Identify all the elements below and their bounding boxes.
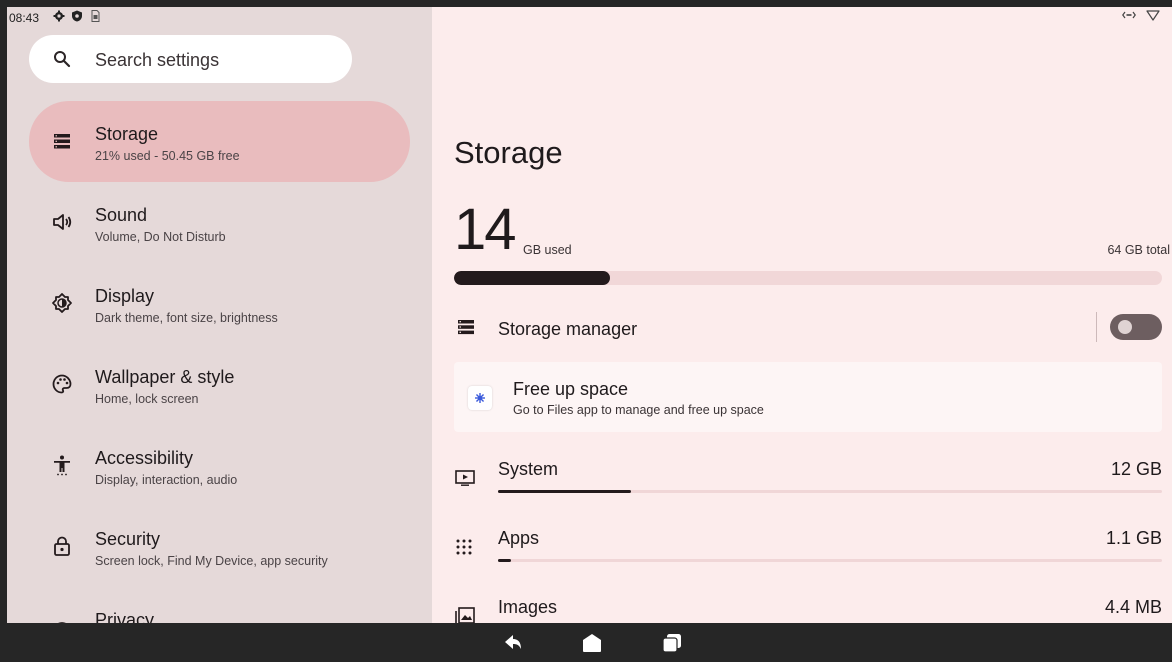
category-label: Images <box>498 597 558 617</box>
category-row-system[interactable]: System 12 GB <box>432 457 1172 517</box>
category-label: System <box>498 459 559 479</box>
divider <box>1096 312 1097 342</box>
category-bar-fill <box>498 490 631 493</box>
category-value: 1.1 GB <box>1105 528 1162 548</box>
files-app-icon <box>468 386 492 410</box>
sidebar-item-accessibility[interactable]: Accessibility Display, interaction, audi… <box>29 425 410 506</box>
apps-grid-icon <box>456 539 472 555</box>
accessibility-icon <box>54 455 70 476</box>
wifi-icon <box>1146 10 1160 21</box>
sidebar-item-security[interactable]: Security Screen lock, Find My Device, ap… <box>29 506 410 587</box>
free-up-title: Free up space <box>513 379 629 399</box>
free-up-space-card[interactable]: Free up space Go to Files app to manage … <box>454 362 1162 432</box>
privacy-icon <box>58 622 66 623</box>
image-icon <box>455 607 475 623</box>
sim-icon <box>91 10 100 22</box>
brightness-icon <box>52 293 72 313</box>
category-value: 12 GB <box>1110 459 1162 479</box>
sidebar-item-wallpaper[interactable]: Wallpaper & style Home, lock screen <box>29 344 410 425</box>
category-row-images[interactable]: Images 4.4 MB <box>432 595 1172 623</box>
storage-manager-row[interactable]: Storage manager <box>432 307 1172 351</box>
sidebar-item-subtitle: Dark theme, font size, brightness <box>95 311 278 325</box>
storage-total: 64 GB total <box>1107 243 1170 257</box>
sidebar-item-storage[interactable]: Storage 21% used - 50.45 GB free <box>29 101 410 182</box>
settings-window: 08:43 Search settings Storage 21% used -… <box>7 7 1172 623</box>
status-bar: 08:43 <box>7 7 432 29</box>
sidebar-item-label: Display <box>95 286 155 306</box>
search-input[interactable]: Search settings <box>95 50 219 71</box>
storage-usage-bar <box>454 271 1162 285</box>
sparkle-icon <box>475 393 485 403</box>
storage-icon <box>54 134 70 149</box>
shield-icon <box>72 10 82 22</box>
home-icon[interactable] <box>582 633 602 653</box>
status-time: 08:43 <box>9 11 40 25</box>
sidebar-item-label: Wallpaper & style <box>95 367 235 387</box>
lock-icon <box>54 536 70 556</box>
sidebar-item-subtitle: Screen lock, Find My Device, app securit… <box>95 554 328 568</box>
gear-icon <box>53 10 65 22</box>
page-title: Storage <box>454 135 563 170</box>
storage-manager-toggle[interactable] <box>1110 314 1162 340</box>
sidebar-item-label: Storage <box>95 124 159 144</box>
sidebar-item-display[interactable]: Display Dark theme, font size, brightnes… <box>29 263 410 344</box>
storage-used-value: 14 <box>454 197 516 262</box>
sidebar-item-sound[interactable]: Sound Volume, Do Not Disturb <box>29 182 410 263</box>
category-bar-fill <box>498 559 512 562</box>
storage-manager-label: Storage manager <box>498 319 638 339</box>
settings-sidebar: 08:43 Search settings Storage 21% used -… <box>7 7 432 623</box>
search-icon <box>54 51 71 68</box>
sidebar-item-subtitle: Volume, Do Not Disturb <box>95 230 226 244</box>
category-label: Apps <box>498 528 540 548</box>
volume-icon <box>53 214 72 230</box>
status-bar-right <box>1122 9 1160 21</box>
toggle-knob <box>1118 320 1132 334</box>
storage-icon <box>458 320 474 335</box>
recents-icon[interactable] <box>662 633 682 653</box>
back-icon[interactable] <box>503 633 523 653</box>
sidebar-item-label: Accessibility <box>95 448 194 468</box>
sidebar-item-subtitle: Display, interaction, audio <box>95 473 238 487</box>
vibrate-icon <box>1122 11 1136 19</box>
free-up-subtitle: Go to Files app to manage and free up sp… <box>513 403 764 417</box>
navigation-bar <box>0 623 1172 662</box>
category-bar <box>498 490 1162 493</box>
sidebar-item-subtitle: 21% used - 50.45 GB free <box>95 149 240 163</box>
sidebar-item-subtitle: Home, lock screen <box>95 392 199 406</box>
category-row-apps[interactable]: Apps 1.1 GB <box>432 526 1172 586</box>
sidebar-item-label: Security <box>95 529 161 549</box>
category-value: 4.4 MB <box>1104 597 1162 617</box>
sidebar-item-label: Privacy <box>95 610 155 623</box>
sidebar-item-label: Sound <box>95 205 148 225</box>
settings-menu: Storage 21% used - 50.45 GB free Sound V… <box>29 101 410 623</box>
palette-icon <box>52 374 72 394</box>
search-bar[interactable]: Search settings <box>29 35 352 83</box>
system-icon <box>455 470 475 486</box>
storage-used-unit: GB used <box>523 243 572 257</box>
sidebar-item-privacy[interactable]: Privacy <box>29 587 410 623</box>
storage-detail-pane: Storage 14 GB used 64 GB total Storage m… <box>432 7 1172 623</box>
storage-usage-fill <box>454 271 610 285</box>
category-bar <box>498 559 1162 562</box>
